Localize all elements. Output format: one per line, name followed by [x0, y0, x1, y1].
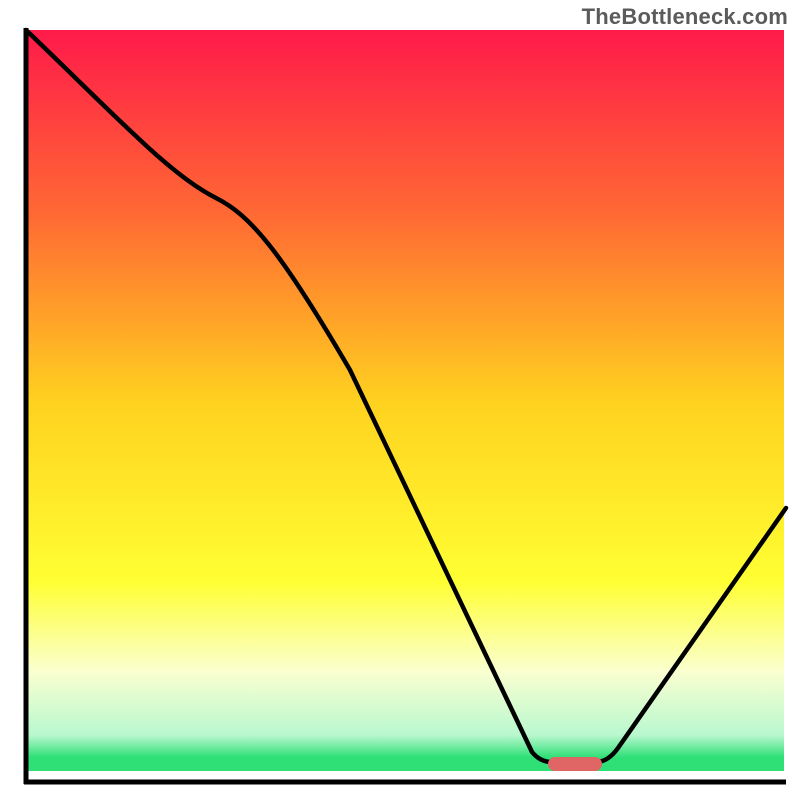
bottleneck-chart — [0, 0, 800, 800]
watermark-text: TheBottleneck.com — [582, 4, 788, 30]
chart-container: TheBottleneck.com — [0, 0, 800, 800]
plot-area — [26, 30, 784, 782]
optimum-marker — [548, 757, 602, 771]
